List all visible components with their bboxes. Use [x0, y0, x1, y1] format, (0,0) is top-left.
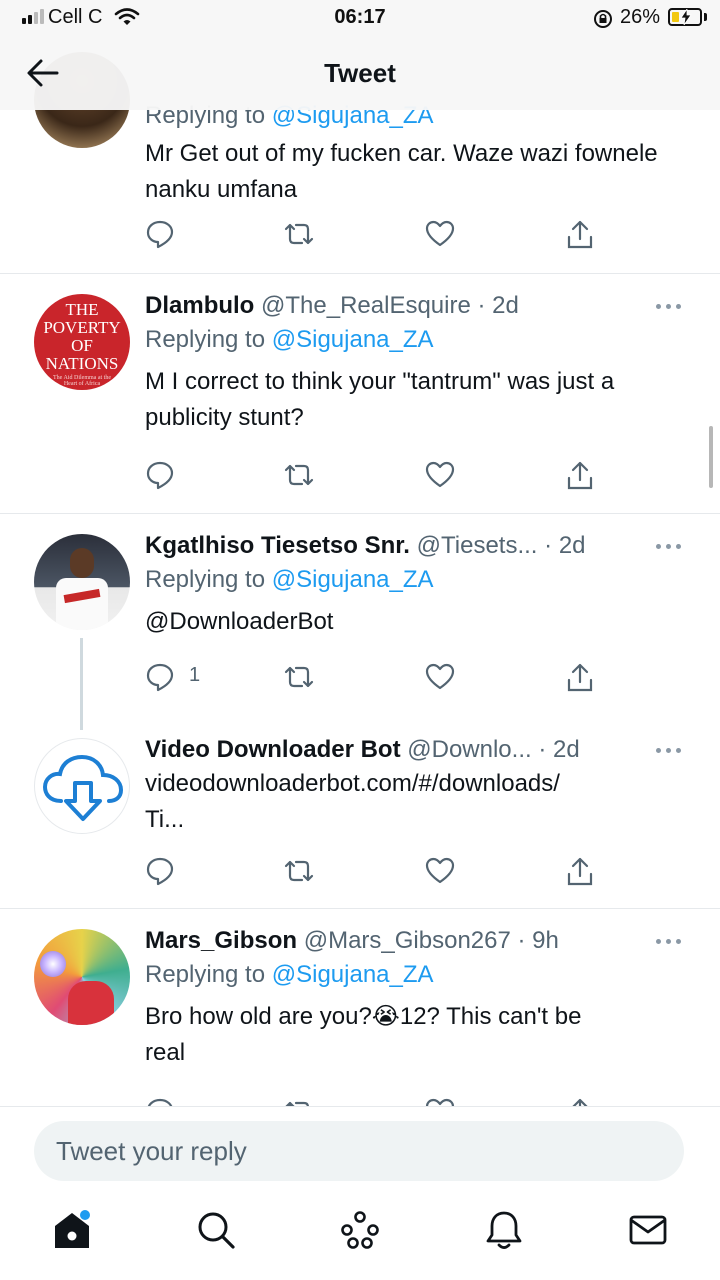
reply-composer [0, 1106, 720, 1190]
tweet-meta: Video Downloader Bot @Downlo... · 2d [145, 734, 690, 766]
retweet-icon[interactable] [283, 460, 315, 495]
share-icon[interactable] [565, 219, 595, 256]
replying-label: Replying to [145, 326, 272, 353]
avatar-text: NATIONS [45, 354, 119, 373]
more-options-icon[interactable] [656, 748, 684, 756]
handle: @Tiesets... [416, 532, 538, 559]
reply-icon[interactable] [145, 856, 175, 891]
share-icon[interactable] [565, 856, 595, 893]
download-link[interactable]: videodownloaderbot.com/#/downloads/ Ti..… [145, 766, 690, 838]
reply-count: 1 [189, 664, 201, 686]
tweet-text-line: real [145, 1039, 186, 1066]
tweet-content: Kgatlhiso Tiesetso Snr. @Tiesets... · 2d… [145, 530, 690, 640]
reply-icon[interactable] [145, 219, 175, 254]
display-name[interactable]: Kgatlhiso Tiesetso Snr. [145, 532, 410, 559]
reply-icon[interactable] [145, 460, 175, 495]
more-options-icon[interactable] [656, 939, 684, 947]
display-name[interactable]: Mars_Gibson [145, 927, 297, 954]
avatar-text: OF [71, 336, 93, 355]
tweet-actions [145, 1097, 595, 1106]
tweet-actions: 1 [145, 662, 595, 694]
share-icon[interactable] [565, 662, 595, 699]
search-icon[interactable] [194, 1208, 238, 1252]
avatar-text: POVERTY [43, 318, 121, 337]
replying-to: Replying to @Sigujana_ZA [145, 957, 690, 993]
avatar[interactable]: THE POVERTY OF NATIONS The Aid Dilemma a… [34, 294, 130, 390]
replying-to: Replying to @Sigujana_ZA [145, 562, 690, 598]
tweet-meta: Kgatlhiso Tiesetso Snr. @Tiesets... · 2d [145, 530, 690, 562]
reply-input[interactable] [34, 1121, 684, 1181]
thread-line [80, 638, 83, 730]
link-line: videodownloaderbot.com/#/downloads/ [145, 770, 560, 797]
timestamp: · 2d [538, 736, 580, 763]
replying-to: Replying to @Sigujana_ZA [145, 322, 690, 358]
scrollbar[interactable] [709, 426, 713, 488]
like-icon[interactable] [425, 219, 455, 254]
retweet-icon[interactable] [283, 856, 315, 891]
header-bar: Tweet [0, 40, 720, 110]
tweet-meta: Dlambulo @The_RealEsquire · 2d [145, 290, 690, 322]
link-line: Ti... [145, 806, 185, 833]
display-name[interactable]: Dlambulo [145, 292, 254, 319]
handle-time: @Mars_Gibson267 · 9h [303, 927, 559, 954]
reply-icon[interactable] [145, 1097, 175, 1106]
share-icon[interactable] [565, 460, 595, 497]
handle-time: @The_RealEsquire · 2d [261, 292, 519, 319]
timestamp: · 2d [544, 532, 586, 559]
tweet-content: Mars_Gibson @Mars_Gibson267 · 9h Replyin… [145, 925, 690, 1071]
mention-link[interactable]: @DownloaderBot [145, 604, 690, 640]
tweet-text-line: Bro how old are you?😭12? This can't be [145, 1003, 582, 1030]
replying-label: Replying to [145, 961, 272, 988]
like-icon[interactable] [425, 662, 455, 697]
bottom-tab-bar [0, 1190, 720, 1280]
tweet-item[interactable]: THE POVERTY OF NATIONS The Aid Dilemma a… [0, 274, 720, 514]
retweet-icon[interactable] [283, 219, 315, 254]
avatar-text: Heart of Africa [63, 381, 101, 387]
tweet-feed[interactable]: Replying to @Sigujana_ZA Mr Get out of m… [0, 0, 720, 1106]
tweet-text: Mr Get out of my fucken car. Waze wazi f… [145, 140, 658, 203]
tweet-item[interactable]: Mars_Gibson @Mars_Gibson267 · 9h Replyin… [0, 909, 720, 1106]
display-name[interactable]: Video Downloader Bot [145, 736, 401, 763]
like-icon[interactable] [425, 1097, 455, 1106]
mention-link[interactable]: @Sigujana_ZA [272, 326, 434, 353]
tweet-item[interactable]: Video Downloader Bot @Downlo... · 2d vid… [0, 722, 720, 908]
page-title: Tweet [324, 58, 396, 88]
avatar[interactable] [34, 534, 130, 630]
like-icon[interactable] [425, 460, 455, 495]
mention-link[interactable]: @Sigujana_ZA [272, 566, 434, 593]
avatar-text: THE [65, 300, 99, 319]
download-cloud-icon[interactable] [34, 738, 130, 834]
handle: @Downlo... [407, 736, 532, 763]
mention-link[interactable]: @Sigujana_ZA [272, 961, 434, 988]
tweet-actions [145, 856, 595, 888]
messages-icon[interactable] [626, 1208, 670, 1252]
tweet-content: Replying to @Sigujana_ZA Mr Get out of m… [145, 98, 690, 208]
avatar[interactable] [34, 929, 130, 1025]
new-items-dot [80, 1210, 90, 1220]
tweet-actions [145, 219, 595, 251]
retweet-icon[interactable] [283, 1097, 315, 1106]
tweet-item[interactable]: Kgatlhiso Tiesetso Snr. @Tiesets... · 2d… [0, 514, 720, 730]
like-icon[interactable] [425, 856, 455, 891]
replying-label: Replying to [145, 566, 272, 593]
tweet-text: M I correct to think your "tantrum" was … [145, 368, 615, 431]
retweet-icon[interactable] [283, 662, 315, 697]
more-options-icon[interactable] [656, 304, 684, 312]
tweet-content: Dlambulo @The_RealEsquire · 2d Replying … [145, 290, 690, 436]
tweet-meta: Mars_Gibson @Mars_Gibson267 · 9h [145, 925, 690, 957]
more-options-icon[interactable] [656, 544, 684, 552]
tweet-content: Video Downloader Bot @Downlo... · 2d vid… [145, 734, 690, 838]
notifications-icon[interactable] [482, 1208, 526, 1252]
share-icon[interactable] [565, 1097, 595, 1106]
spaces-icon[interactable] [338, 1208, 382, 1252]
tweet-text: Bro how old are you?😭12? This can't be r… [145, 999, 690, 1071]
reply-icon[interactable]: 1 [145, 662, 200, 697]
tweet-actions [145, 460, 595, 492]
